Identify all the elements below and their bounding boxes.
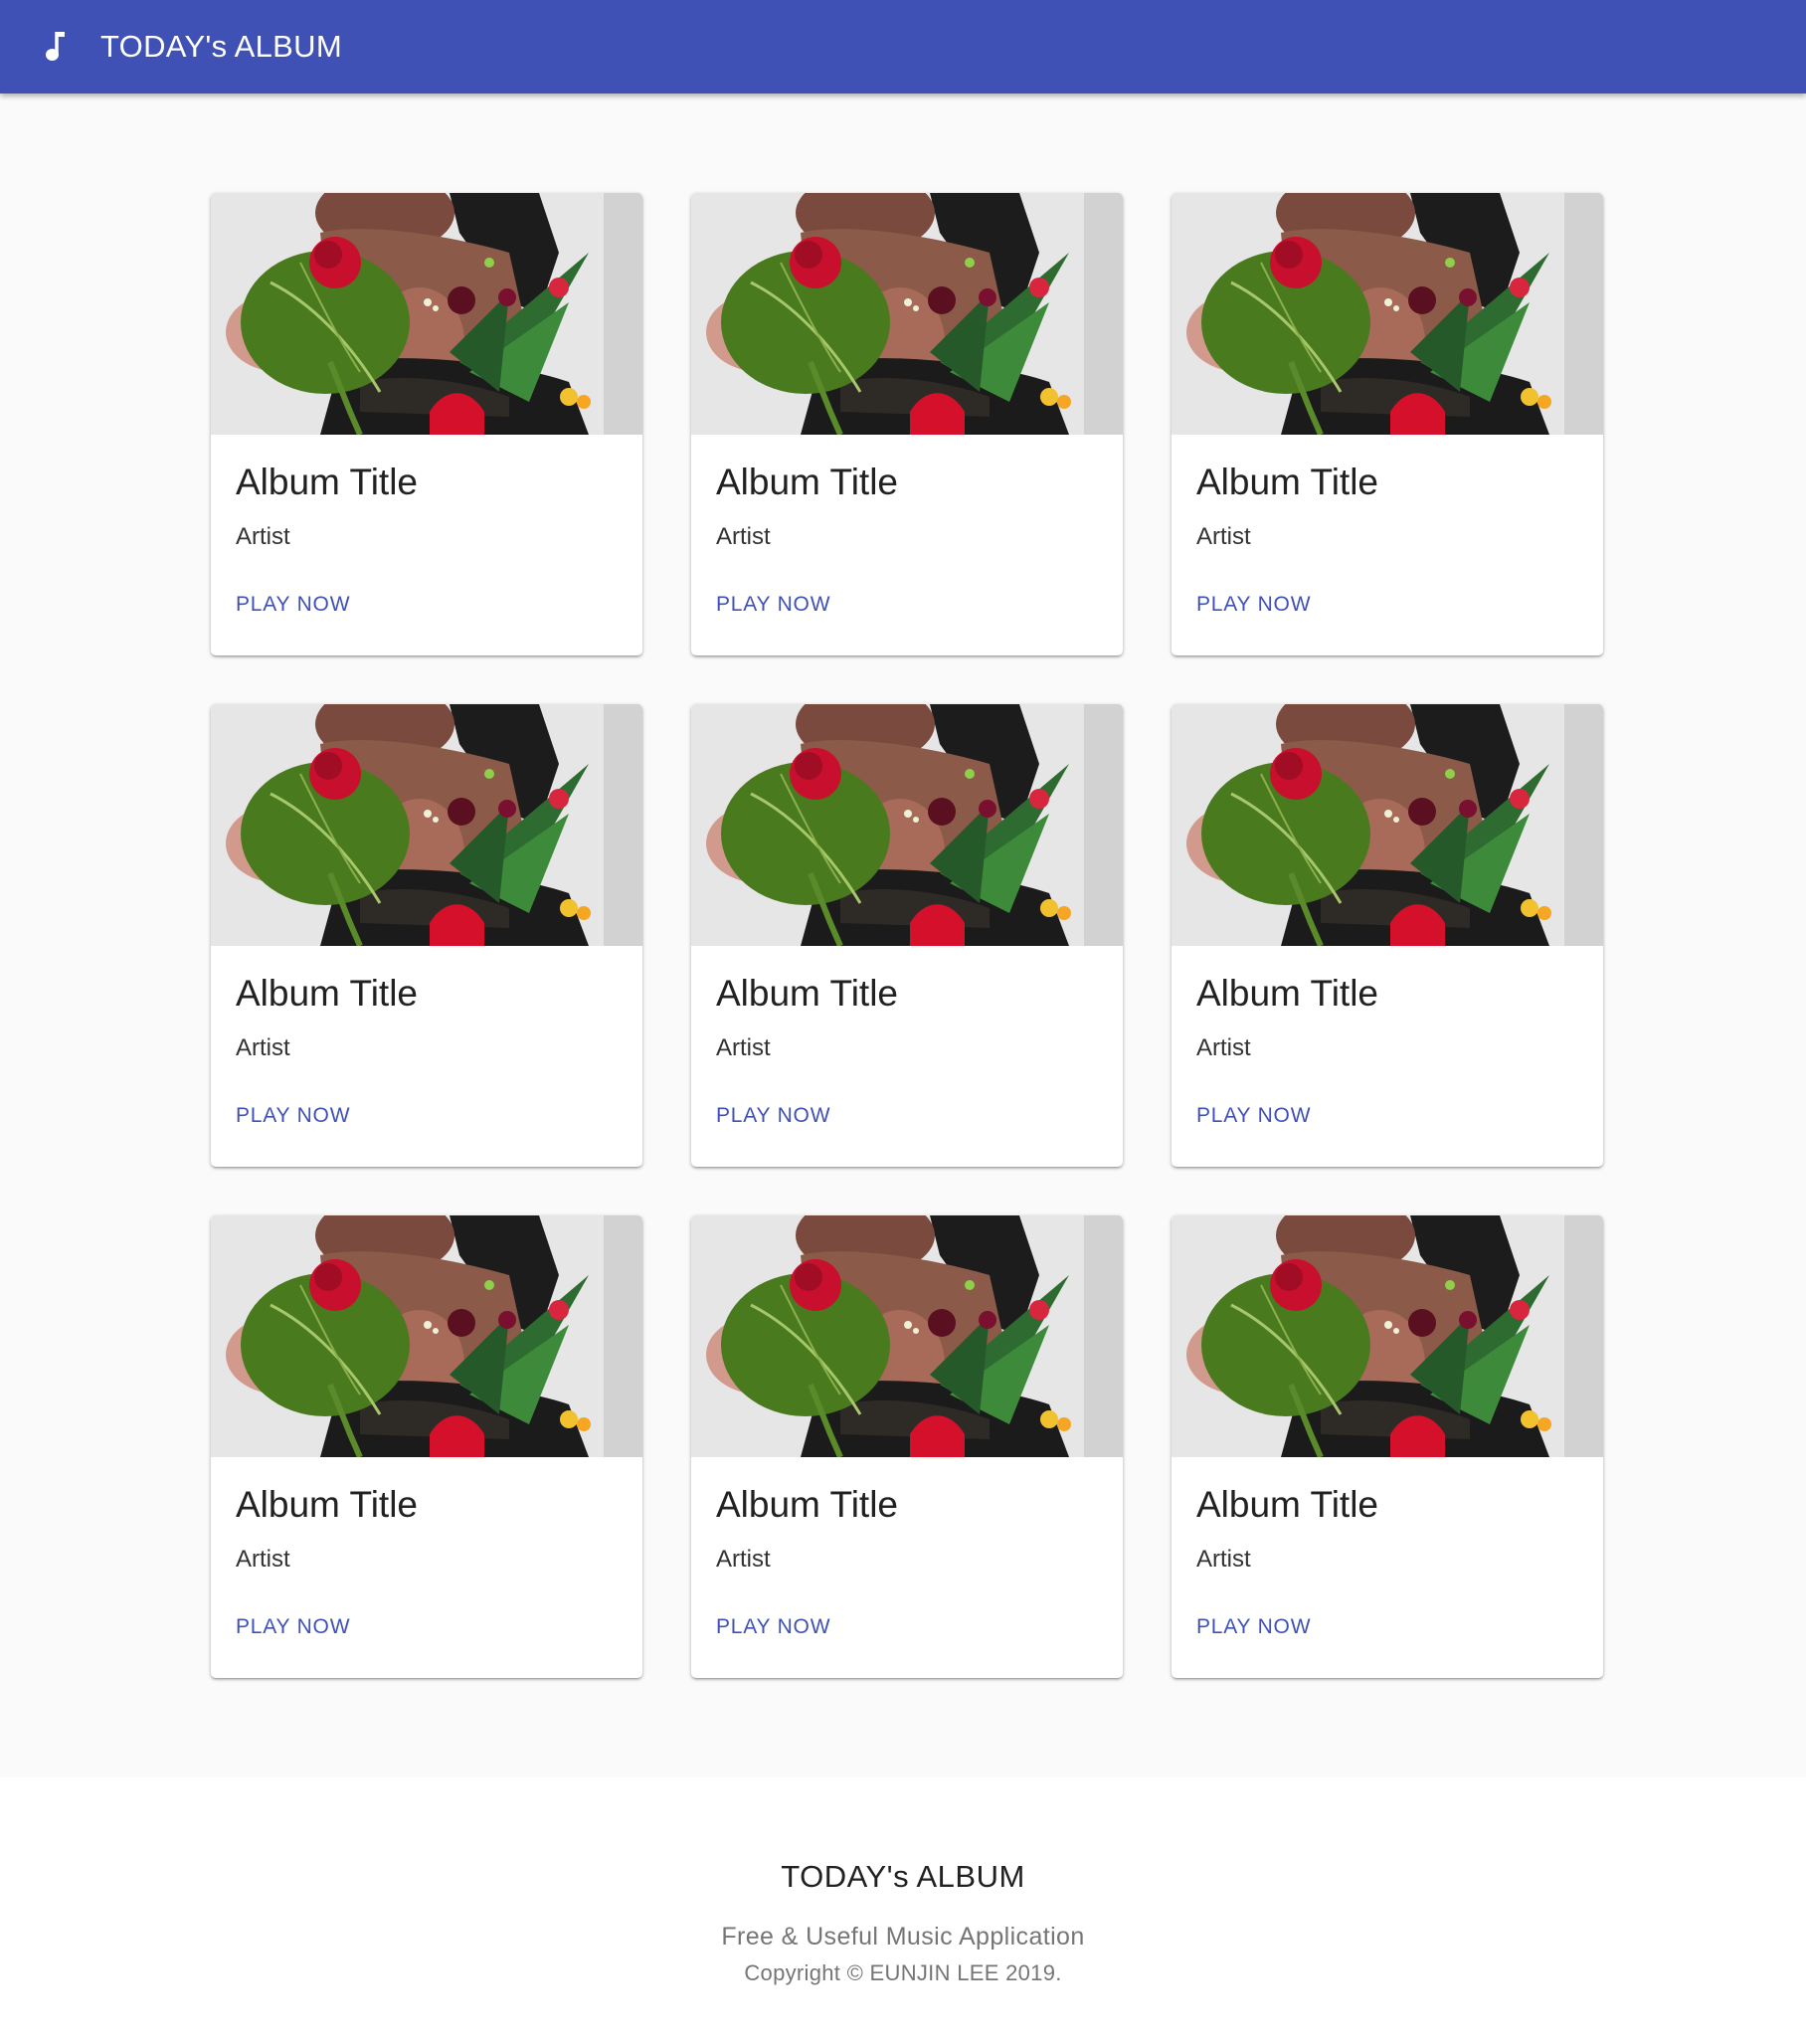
footer: TODAY's ALBUM Free & Useful Music Applic…	[0, 1777, 1806, 2044]
play-now-button[interactable]: PLAY NOW	[716, 1615, 830, 1639]
album-card: Album Title Artist PLAY NOW	[691, 704, 1123, 1167]
album-cover-image	[211, 704, 642, 946]
album-artist: Artist	[236, 1546, 290, 1573]
album-cover-image	[211, 1215, 642, 1457]
album-card: Album Title Artist PLAY NOW	[211, 193, 642, 655]
play-now-button[interactable]: PLAY NOW	[1196, 1104, 1311, 1128]
card-content: Album Title Artist	[1172, 1457, 1603, 1575]
album-card: Album Title Artist PLAY NOW	[211, 704, 642, 1167]
album-title: Album Title	[1196, 1484, 1379, 1525]
album-cover-image	[1172, 1215, 1603, 1457]
card-content: Album Title Artist	[1172, 946, 1603, 1063]
play-now-button[interactable]: PLAY NOW	[1196, 1615, 1311, 1639]
card-content: Album Title Artist	[211, 1457, 642, 1575]
album-cover-image	[691, 704, 1123, 946]
album-title: Album Title	[236, 462, 419, 502]
card-content: Album Title Artist	[211, 946, 642, 1063]
album-card: Album Title Artist PLAY NOW	[1172, 193, 1603, 655]
album-title: Album Title	[1196, 462, 1379, 502]
album-cover-image	[211, 193, 642, 435]
album-artist: Artist	[1196, 523, 1251, 550]
album-cover-image	[691, 193, 1123, 435]
album-artist: Artist	[716, 523, 771, 550]
album-artist: Artist	[716, 1034, 771, 1061]
music-note-icon	[42, 27, 72, 67]
album-artist: Artist	[1196, 1034, 1251, 1061]
app-title: TODAY's ALBUM	[100, 29, 342, 64]
album-artist: Artist	[236, 523, 290, 550]
card-content: Album Title Artist	[211, 435, 642, 552]
play-now-button[interactable]: PLAY NOW	[236, 593, 350, 617]
album-card: Album Title Artist PLAY NOW	[211, 1215, 642, 1678]
album-title: Album Title	[716, 1484, 899, 1525]
footer-copyright: Copyright © EUNJIN LEE 2019.	[744, 1960, 1062, 1985]
album-title: Album Title	[236, 973, 419, 1014]
play-now-button[interactable]: PLAY NOW	[236, 1615, 350, 1639]
album-card: Album Title Artist PLAY NOW	[691, 1215, 1123, 1678]
album-cover-image	[1172, 704, 1603, 946]
album-cover-image	[691, 1215, 1123, 1457]
main-content: Album Title Artist PLAY NOW Album Title …	[0, 93, 1806, 1777]
album-artist: Artist	[716, 1546, 771, 1573]
album-card: Album Title Artist PLAY NOW	[1172, 704, 1603, 1167]
play-now-button[interactable]: PLAY NOW	[716, 1104, 830, 1128]
app-bar: TODAY's ALBUM	[0, 0, 1806, 93]
card-content: Album Title Artist	[691, 946, 1123, 1063]
play-now-button[interactable]: PLAY NOW	[236, 1104, 350, 1128]
card-content: Album Title Artist	[691, 435, 1123, 552]
album-grid: Album Title Artist PLAY NOW Album Title …	[211, 193, 1603, 1678]
album-cover-image	[1172, 193, 1603, 435]
album-title: Album Title	[1196, 973, 1379, 1014]
album-card: Album Title Artist PLAY NOW	[1172, 1215, 1603, 1678]
card-content: Album Title Artist	[691, 1457, 1123, 1575]
footer-title: TODAY's ALBUM	[781, 1859, 1025, 1894]
album-card: Album Title Artist PLAY NOW	[691, 193, 1123, 655]
footer-subtitle: Free & Useful Music Application	[721, 1923, 1085, 1951]
card-content: Album Title Artist	[1172, 435, 1603, 552]
album-title: Album Title	[716, 462, 899, 502]
play-now-button[interactable]: PLAY NOW	[1196, 593, 1311, 617]
album-title: Album Title	[236, 1484, 419, 1525]
play-now-button[interactable]: PLAY NOW	[716, 593, 830, 617]
album-artist: Artist	[1196, 1546, 1251, 1573]
album-title: Album Title	[716, 973, 899, 1014]
album-artist: Artist	[236, 1034, 290, 1061]
